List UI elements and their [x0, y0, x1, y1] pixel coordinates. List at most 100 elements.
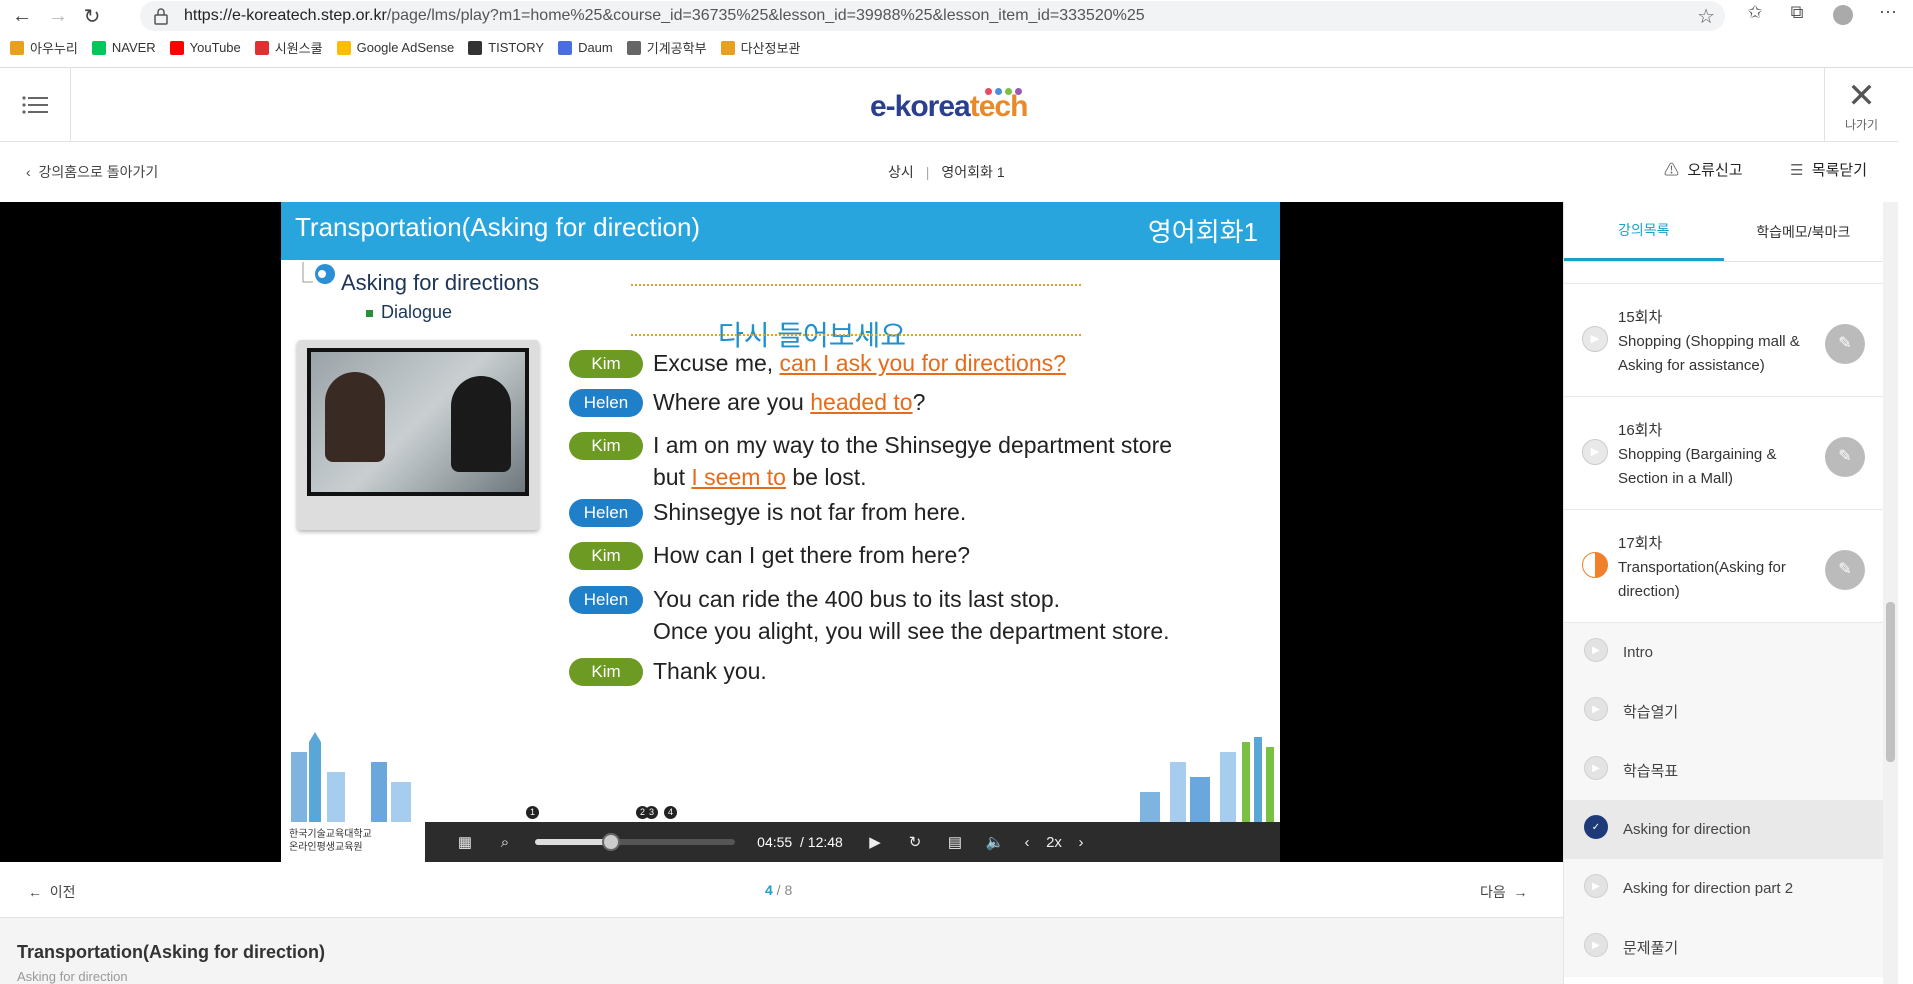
collections-icon[interactable]: ⧉	[1782, 2, 1812, 23]
progress-half-icon[interactable]	[1582, 552, 1608, 578]
lesson-number: 16회차	[1618, 422, 1663, 439]
exit-label: 나가기	[1844, 118, 1879, 132]
chapter-marker[interactable]: 3	[645, 806, 658, 819]
bookmark-item[interactable]: 기계공학부	[626, 38, 707, 57]
section-heading: Asking for directions	[341, 270, 540, 295]
adsense-icon	[336, 40, 351, 55]
bookmark-item[interactable]: TISTORY	[468, 38, 544, 57]
speaker-tag: Helen	[569, 389, 643, 417]
favorites-list-icon[interactable]: ✩	[1740, 2, 1770, 23]
sub-item[interactable]: ▶ Intro	[1564, 623, 1883, 682]
sidebar-tabs: 강의목록 학습메모/북마크	[1564, 202, 1883, 262]
seek-bar[interactable]	[535, 833, 735, 851]
tab-lesson-list[interactable]: 강의목록	[1564, 202, 1724, 261]
dialogue-line: Helen Where are you headed to?	[569, 389, 925, 418]
bookmark-item[interactable]: Google AdSense	[336, 38, 454, 57]
close-list-button[interactable]: ☰ 목록닫기	[1790, 159, 1867, 180]
logo-line-2: 온라인평생교육원	[289, 842, 363, 853]
forward-arrow-icon[interactable]: →	[42, 2, 74, 30]
site-logo[interactable]: e-koreatech	[870, 90, 1028, 124]
lesson-item[interactable]: ▶ 15회차 Shopping (Shopping mall & Asking fo…	[1564, 284, 1883, 397]
close-list-label: 목록닫기	[1811, 162, 1867, 179]
dialogue-pre: You can ride the 400 bus to its last sto…	[653, 586, 1061, 612]
siwon-icon	[254, 40, 269, 55]
speed-up-chevron-icon[interactable]: ›	[1069, 834, 1093, 851]
sub-item[interactable]: ▶ Asking for direction part 2	[1564, 859, 1883, 918]
edit-note-icon[interactable]: ✎	[1825, 324, 1865, 364]
more-menu-icon[interactable]: ⋯	[1873, 2, 1903, 23]
edit-note-icon[interactable]: ✎	[1825, 437, 1865, 477]
dialogue-pre2: Once you alight, you will see the depart…	[653, 618, 1170, 644]
dialogue-line: Kim Excuse me, can I ask you for directio…	[569, 350, 1066, 379]
bookmark-label: 시원스쿨	[274, 41, 323, 56]
bookmark-item[interactable]: 아우누리	[10, 38, 78, 57]
total-time: / 12:48	[800, 834, 843, 850]
play-circle-icon: ▶	[1584, 756, 1608, 780]
section-sub-label: Dialogue	[381, 302, 453, 322]
back-to-course-link[interactable]: ‹ 강의홈으로 돌아가기	[26, 162, 158, 182]
banner-divider-top	[631, 284, 1081, 286]
sub-item[interactable]: ▶ 학습목표	[1564, 741, 1883, 800]
chapter-marker[interactable]: 1	[526, 806, 539, 819]
video-monitor	[297, 340, 539, 530]
dialogue-line: Kim How can I get there from here?	[569, 542, 970, 571]
dialogue-text: How can I get there from here?	[653, 539, 970, 571]
seek-handle[interactable]	[602, 833, 620, 851]
back-arrow-icon[interactable]: ←	[6, 2, 38, 30]
speed-down-chevron-icon[interactable]: ‹	[1015, 834, 1039, 851]
logo-dots	[985, 88, 1022, 95]
exit-button[interactable]: ✕ 나가기	[1824, 68, 1898, 142]
edit-note-icon[interactable]: ✎	[1825, 550, 1865, 590]
sub-item[interactable]: ▶ 학습열기	[1564, 682, 1883, 741]
current-time: 04:55	[757, 834, 793, 850]
prev-button[interactable]: ← 이전	[28, 882, 76, 902]
subtitles-icon[interactable]: ▤	[935, 833, 975, 851]
lesson-item[interactable]: ▶ 16회차 Shopping (Bargaining & Section in a…	[1564, 397, 1883, 510]
reload-icon[interactable]: ↻	[76, 2, 108, 30]
chapter-marker[interactable]: 4	[664, 806, 677, 819]
sub-item[interactable]: ✓ Asking for direction	[1564, 800, 1883, 859]
bookmark-item[interactable]: 시원스쿨	[254, 38, 323, 57]
speaker-tag: Kim	[569, 350, 643, 378]
volume-icon[interactable]: 🔈	[975, 833, 1015, 851]
play-circle-icon[interactable]: ▶	[1582, 439, 1608, 465]
lesson-item[interactable]: 17회차 Transportation(Asking for direction)…	[1564, 510, 1883, 623]
error-report-button[interactable]: ⚠ 오류신고	[1664, 159, 1743, 180]
play-circle-icon[interactable]: ▶	[1582, 326, 1608, 352]
speaker-tag: Kim	[569, 658, 643, 686]
next-button[interactable]: 다음 →	[1480, 882, 1528, 902]
lesson-list: ▶ 15회차 Shopping (Shopping mall & Asking fo…	[1564, 284, 1883, 623]
play-circle-icon: ▶	[1584, 697, 1608, 721]
menu-list-button[interactable]	[0, 68, 71, 142]
replay-icon[interactable]: ↻	[895, 833, 935, 851]
bookmarks-bar: 아우누리 NAVER YouTube 시원스쿨 Google AdSense TISTOR…	[10, 38, 814, 57]
total-pages: / 8	[772, 882, 793, 898]
sidebar-scrollbar[interactable]	[1883, 202, 1898, 984]
bookmark-item[interactable]: 다산정보관	[720, 38, 800, 57]
play-icon[interactable]: ▶	[855, 833, 895, 851]
lock-icon	[154, 8, 168, 25]
scrollbar-thumb[interactable]	[1886, 602, 1895, 762]
dialogue-post: be lost.	[785, 464, 867, 490]
dialogue-text: Excuse me, can I ask you for directions?	[653, 347, 1066, 379]
bookmark-item[interactable]: NAVER	[91, 38, 156, 57]
zoom-search-icon[interactable]: ⌕	[485, 834, 525, 851]
bookmark-label: Daum	[578, 40, 613, 55]
favorite-star-icon[interactable]: ☆	[1697, 4, 1715, 29]
sub-item[interactable]: ▶ 문제풀기	[1564, 918, 1883, 977]
logo-line-1: 한국기술교육대학교	[289, 829, 372, 840]
video-player[interactable]: Transportation(Asking for direction) 영어회…	[0, 202, 1563, 862]
profile-avatar-icon[interactable]	[1828, 2, 1858, 30]
speaker-tag: Kim	[569, 432, 643, 460]
bookmark-item[interactable]: YouTube	[169, 38, 241, 57]
dialogue-line: Helen Shinsegye is not far from here.	[569, 499, 966, 528]
speaker-tag: Helen	[569, 586, 643, 614]
page-icon	[626, 40, 641, 55]
dialogue-hl: headed to	[810, 389, 913, 415]
banner-divider-bottom	[631, 334, 1081, 336]
address-bar[interactable]: https://e-koreatech.step.or.kr/page/lms/…	[140, 1, 1725, 31]
bookmark-item[interactable]: Daum	[558, 38, 613, 57]
chapter-markers: 1234	[281, 806, 1280, 820]
tab-memo-bookmark[interactable]: 학습메모/북마크	[1724, 202, 1884, 261]
folder-icon[interactable]: ▦	[445, 833, 485, 851]
